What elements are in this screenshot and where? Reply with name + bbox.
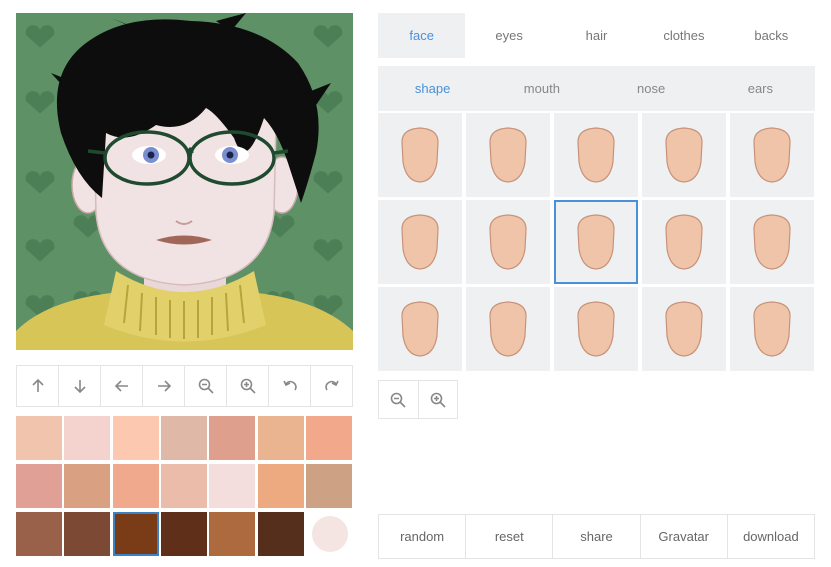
share-button[interactable]: share bbox=[553, 515, 641, 558]
face-shape-option[interactable] bbox=[730, 113, 814, 197]
face-shape-option[interactable] bbox=[378, 200, 462, 284]
face-shape-option[interactable] bbox=[554, 113, 638, 197]
avatar-preview bbox=[16, 13, 353, 350]
face-shape-option[interactable] bbox=[466, 113, 550, 197]
skin-color-swatch[interactable] bbox=[257, 416, 304, 460]
zoom-out-button[interactable] bbox=[185, 366, 227, 406]
custom-color-swatch[interactable] bbox=[312, 516, 348, 552]
subtab-shape[interactable]: shape bbox=[378, 66, 487, 111]
move-left-button[interactable] bbox=[101, 366, 143, 406]
face-shape-icon bbox=[577, 301, 615, 357]
face-shape-option[interactable] bbox=[642, 113, 726, 197]
face-shape-icon bbox=[665, 214, 703, 270]
skin-color-swatch[interactable] bbox=[64, 512, 111, 556]
subtab-mouth[interactable]: mouth bbox=[487, 66, 596, 111]
face-shape-icon bbox=[577, 214, 615, 270]
zoom-in-icon bbox=[240, 378, 256, 394]
face-shape-icon bbox=[489, 127, 527, 183]
arrow-up-icon bbox=[31, 378, 44, 392]
skin-color-swatch[interactable] bbox=[160, 464, 207, 508]
subtab-nose[interactable]: nose bbox=[597, 66, 706, 111]
skin-color-swatch[interactable] bbox=[112, 416, 159, 460]
skin-color-palette bbox=[16, 416, 353, 559]
rotate-left-icon bbox=[282, 380, 297, 391]
preview-zoom-controls bbox=[378, 380, 458, 419]
zoom-in-button[interactable] bbox=[227, 366, 269, 406]
skin-color-swatch[interactable] bbox=[16, 512, 62, 556]
random-button[interactable]: random bbox=[379, 515, 467, 558]
face-shape-icon bbox=[753, 214, 791, 270]
rotate-left-button[interactable] bbox=[269, 366, 311, 406]
zoom-out-icon bbox=[390, 392, 406, 408]
move-up-button[interactable] bbox=[17, 366, 59, 406]
zoom-out-icon bbox=[198, 378, 214, 394]
category-tabs: face eyes hair clothes backs bbox=[378, 13, 815, 58]
skin-color-swatch[interactable] bbox=[209, 464, 256, 508]
face-shape-options bbox=[378, 113, 815, 371]
rotate-right-button[interactable] bbox=[311, 366, 352, 406]
skin-color-swatch[interactable] bbox=[160, 512, 207, 556]
face-shape-icon bbox=[401, 301, 439, 357]
tab-backs[interactable]: backs bbox=[728, 13, 815, 58]
skin-color-swatch[interactable] bbox=[64, 464, 111, 508]
face-shape-icon bbox=[401, 127, 439, 183]
face-shape-icon bbox=[753, 301, 791, 357]
skin-color-swatch[interactable] bbox=[257, 464, 304, 508]
face-shape-option[interactable] bbox=[466, 200, 550, 284]
face-shape-icon bbox=[665, 301, 703, 357]
tab-eyes[interactable]: eyes bbox=[465, 13, 552, 58]
skin-color-swatch[interactable] bbox=[112, 464, 159, 508]
face-shape-icon bbox=[489, 214, 527, 270]
face-shape-option[interactable] bbox=[730, 200, 814, 284]
tab-hair[interactable]: hair bbox=[553, 13, 640, 58]
face-shape-option[interactable] bbox=[730, 287, 814, 371]
arrow-down-icon bbox=[73, 380, 86, 394]
face-shape-option[interactable] bbox=[378, 113, 462, 197]
avatar-illustration bbox=[16, 13, 353, 350]
skin-color-swatch[interactable] bbox=[16, 464, 62, 508]
arrow-left-icon bbox=[114, 380, 128, 392]
face-shape-option[interactable] bbox=[554, 287, 638, 371]
tab-face[interactable]: face bbox=[378, 13, 466, 58]
gravatar-button[interactable]: Gravatar bbox=[640, 515, 728, 558]
rotate-right-icon bbox=[324, 380, 339, 391]
options-zoom-in-button[interactable] bbox=[418, 381, 457, 418]
face-shape-icon bbox=[401, 214, 439, 270]
face-shape-option[interactable] bbox=[642, 200, 726, 284]
face-shape-option[interactable] bbox=[378, 287, 462, 371]
face-shape-icon bbox=[665, 127, 703, 183]
face-shape-icon bbox=[577, 127, 615, 183]
skin-color-swatch[interactable] bbox=[64, 416, 111, 460]
skin-color-swatch[interactable] bbox=[257, 512, 304, 556]
move-right-button[interactable] bbox=[143, 366, 185, 406]
skin-color-swatch[interactable] bbox=[112, 512, 159, 556]
subcategory-tabs: shape mouth nose ears bbox=[378, 66, 815, 111]
move-down-button[interactable] bbox=[59, 366, 101, 406]
skin-color-swatch[interactable] bbox=[305, 464, 352, 508]
face-shape-option[interactable] bbox=[466, 287, 550, 371]
skin-color-swatch[interactable] bbox=[160, 416, 207, 460]
download-button[interactable]: download bbox=[727, 515, 815, 558]
options-zoom-out-button[interactable] bbox=[379, 381, 419, 418]
face-shape-icon bbox=[753, 127, 791, 183]
face-shape-option[interactable] bbox=[554, 200, 638, 284]
face-shape-icon bbox=[489, 301, 527, 357]
skin-color-swatch[interactable] bbox=[305, 416, 352, 460]
skin-color-swatch[interactable] bbox=[16, 416, 62, 460]
reset-button[interactable]: reset bbox=[466, 515, 554, 558]
arrow-right-icon bbox=[157, 380, 171, 392]
zoom-in-icon bbox=[430, 392, 446, 408]
action-bar: random reset share Gravatar download bbox=[378, 514, 815, 559]
avatar-toolbar bbox=[16, 365, 353, 407]
skin-color-swatch[interactable] bbox=[209, 512, 256, 556]
tab-clothes[interactable]: clothes bbox=[640, 13, 727, 58]
skin-color-swatch[interactable] bbox=[209, 416, 256, 460]
face-shape-option[interactable] bbox=[642, 287, 726, 371]
subtab-ears[interactable]: ears bbox=[706, 66, 815, 111]
